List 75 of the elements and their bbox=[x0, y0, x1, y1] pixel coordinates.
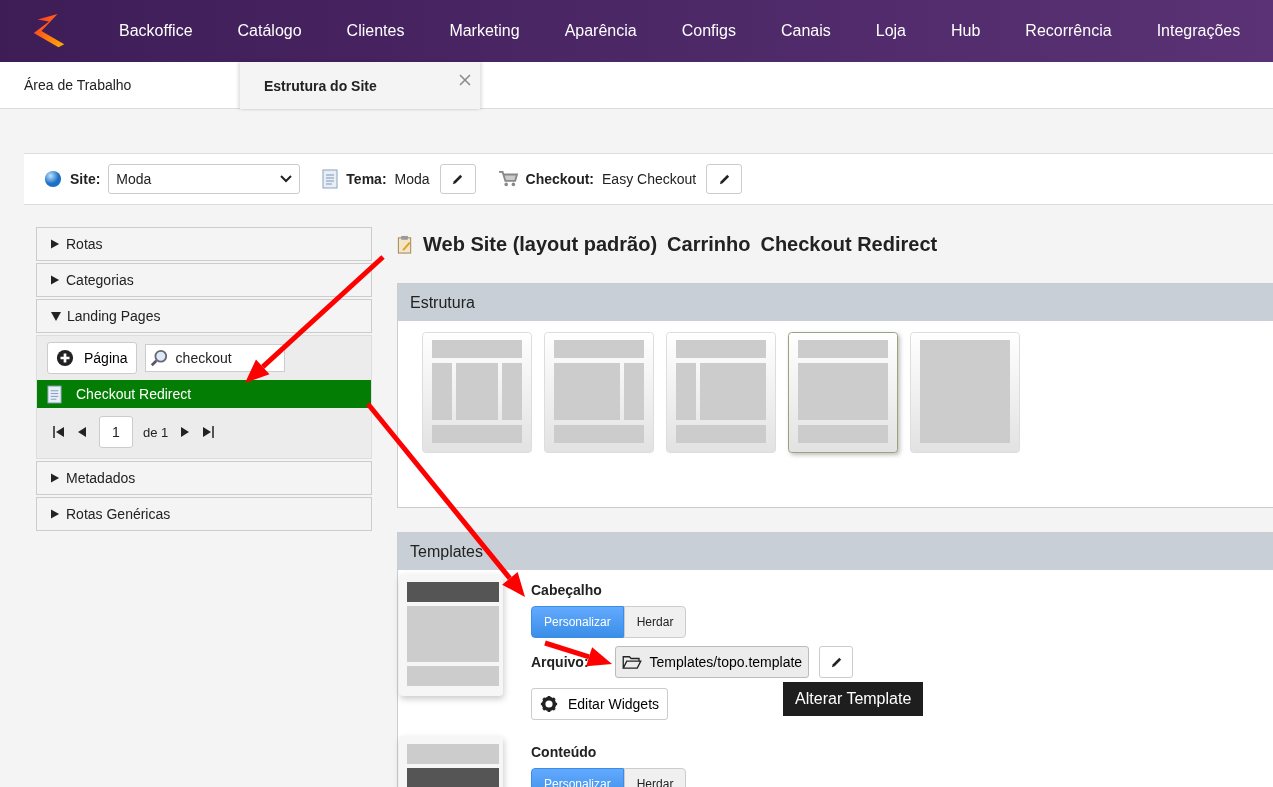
search-icon bbox=[149, 349, 168, 367]
last-page-icon[interactable] bbox=[202, 426, 215, 438]
theme-value: Moda bbox=[394, 171, 430, 187]
pencil-icon bbox=[829, 655, 843, 669]
caret-icon bbox=[51, 239, 60, 249]
file-label: Arquivo: bbox=[531, 654, 589, 670]
breadcrumb-item: Checkout Redirect bbox=[760, 232, 938, 256]
globe-icon bbox=[44, 170, 62, 188]
tooltip: Alterar Template bbox=[783, 682, 924, 716]
caret-icon bbox=[51, 275, 60, 285]
add-page-button[interactable]: Página bbox=[47, 342, 137, 374]
accordion-label: Categorias bbox=[66, 272, 134, 288]
edit-button[interactable] bbox=[819, 646, 854, 678]
panel-title: Templates bbox=[410, 542, 483, 561]
nav-item[interactable]: Recorrência bbox=[1000, 22, 1132, 40]
accordion-header[interactable]: Landing Pages bbox=[36, 299, 372, 333]
tab[interactable]: Área de Trabalho bbox=[0, 62, 240, 108]
checkout-value: Easy Checkout bbox=[602, 171, 697, 187]
layout-option[interactable] bbox=[788, 332, 898, 453]
nav-item[interactable]: Marketing bbox=[424, 22, 540, 40]
dropdown-caret-icon bbox=[280, 175, 293, 183]
accordion-label: Rotas Genéricas bbox=[66, 506, 171, 522]
page-field[interactable]: 1 bbox=[99, 416, 133, 448]
accordion-header[interactable]: Metadados bbox=[36, 461, 372, 495]
mode-toggle-button[interactable]: Herdar bbox=[623, 606, 687, 638]
template-section-title: Cabeçalho bbox=[531, 582, 602, 598]
tab[interactable]: Estrutura do Site bbox=[240, 62, 480, 109]
page-count: de 1 bbox=[143, 424, 169, 440]
caret-icon bbox=[51, 509, 60, 519]
nav-item[interactable]: Hub bbox=[926, 22, 1001, 40]
accordion-header[interactable]: Rotas Genéricas bbox=[36, 497, 372, 531]
nav-item[interactable]: Backoffice bbox=[94, 22, 213, 40]
edit-widgets-button[interactable]: Editar Widgets bbox=[531, 688, 669, 720]
breadcrumb-item: Web Site (layout padrão) bbox=[423, 232, 658, 256]
site-select[interactable]: Moda bbox=[108, 164, 301, 194]
nav-item[interactable]: Configs bbox=[656, 22, 756, 40]
close-icon[interactable] bbox=[459, 74, 471, 86]
landing-page-item[interactable]: Checkout Redirect bbox=[37, 380, 371, 408]
nav-item[interactable]: Catálogo bbox=[212, 22, 322, 40]
accordion-label: Metadados bbox=[66, 470, 136, 486]
nav-item[interactable]: Aparência bbox=[539, 22, 657, 40]
tab-label: Área de Trabalho bbox=[24, 77, 132, 93]
cart-icon bbox=[497, 170, 518, 188]
site-label: Site: bbox=[70, 171, 101, 187]
next-page-icon[interactable] bbox=[180, 426, 191, 438]
nav-item[interactable]: Clientes bbox=[321, 22, 425, 40]
accordion-label: Landing Pages bbox=[67, 308, 161, 324]
folder-icon bbox=[621, 655, 642, 669]
plus-icon bbox=[56, 349, 74, 367]
first-page-icon[interactable] bbox=[53, 426, 65, 438]
nav-item[interactable]: Loja bbox=[850, 22, 926, 40]
caret-icon bbox=[51, 311, 61, 321]
search-field[interactable]: checkout bbox=[144, 344, 285, 372]
caret-icon bbox=[51, 473, 60, 483]
tab-label: Estrutura do Site bbox=[264, 77, 377, 94]
file-button[interactable]: Templates/topo.template bbox=[614, 646, 810, 678]
nav-item[interactable]: Integrações bbox=[1131, 22, 1261, 40]
template-section-title: Conteúdo bbox=[531, 744, 597, 760]
clipboard-icon bbox=[397, 234, 413, 254]
accordion-label: Rotas bbox=[66, 236, 103, 252]
panel-title: Estrutura bbox=[410, 293, 475, 312]
document-icon bbox=[322, 169, 339, 189]
accordion-header[interactable]: Rotas bbox=[36, 227, 372, 261]
nav-item[interactable]: Canais bbox=[755, 22, 851, 40]
checkout-label: Checkout: bbox=[525, 171, 595, 187]
pencil-icon bbox=[451, 172, 465, 186]
previous-page-icon[interactable] bbox=[77, 426, 87, 438]
document-icon bbox=[47, 384, 62, 404]
pencil-icon bbox=[717, 172, 731, 186]
gear-icon bbox=[540, 695, 558, 713]
edit-button[interactable] bbox=[439, 164, 476, 194]
accordion-header[interactable]: Categorias bbox=[36, 263, 372, 297]
theme-label: Tema: bbox=[346, 171, 387, 187]
edit-button[interactable] bbox=[706, 164, 743, 194]
breadcrumb-item: Carrinho bbox=[667, 232, 751, 256]
